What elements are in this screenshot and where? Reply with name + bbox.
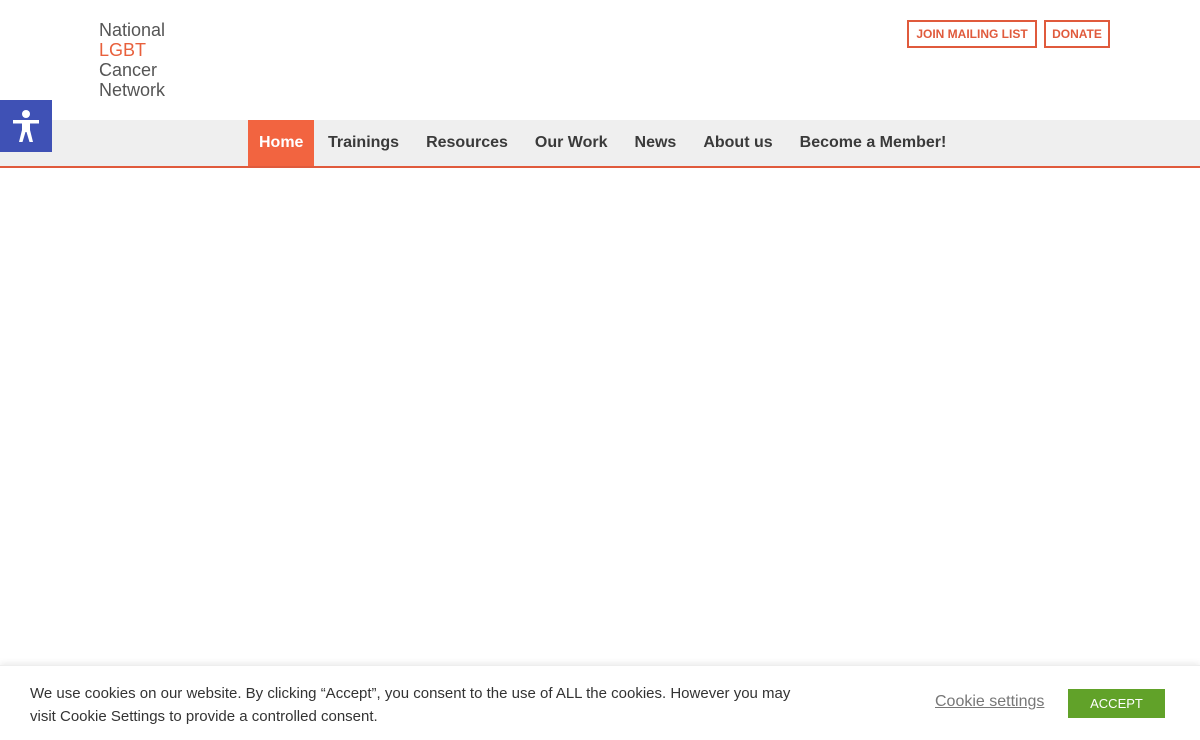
join-mailing-list-button[interactable]: JOIN MAILING LIST — [907, 20, 1037, 48]
nav-item-about-us[interactable]: About us — [690, 120, 786, 166]
nav-item-our-work[interactable]: Our Work — [521, 120, 621, 166]
nav-list: Home Trainings Resources Our Work News A… — [248, 120, 960, 166]
cookie-accept-button[interactable]: ACCEPT — [1068, 689, 1165, 718]
logo-line-lgbt: LGBT — [99, 40, 147, 60]
main-navigation: Home Trainings Resources Our Work News A… — [0, 120, 1200, 168]
main-content — [0, 168, 1200, 665]
accessibility-toolbar-button[interactable] — [0, 100, 52, 152]
donate-button[interactable]: DONATE — [1044, 20, 1110, 48]
nav-item-news[interactable]: News — [621, 120, 690, 166]
cookie-consent-bar: We use cookies on our website. By clicki… — [0, 665, 1200, 740]
cookie-message: We use cookies on our website. By clicki… — [30, 685, 791, 725]
nav-item-become-a-member[interactable]: Become a Member! — [786, 120, 960, 166]
accessibility-person-icon — [13, 110, 39, 142]
site-logo[interactable]: National LGBT Cancer Network — [99, 20, 165, 100]
nav-item-home[interactable]: Home — [248, 120, 315, 166]
logo-line-network: Network — [99, 80, 166, 100]
nav-item-trainings[interactable]: Trainings — [314, 120, 412, 166]
page: National LGBT Cancer Network JOIN MAILIN… — [0, 0, 1200, 740]
logo-line-cancer: Cancer — [99, 60, 158, 80]
logo-line-national: National — [99, 20, 166, 40]
nav-item-resources[interactable]: Resources — [413, 120, 522, 166]
cookie-settings-link[interactable]: Cookie settings — [935, 693, 1044, 711]
